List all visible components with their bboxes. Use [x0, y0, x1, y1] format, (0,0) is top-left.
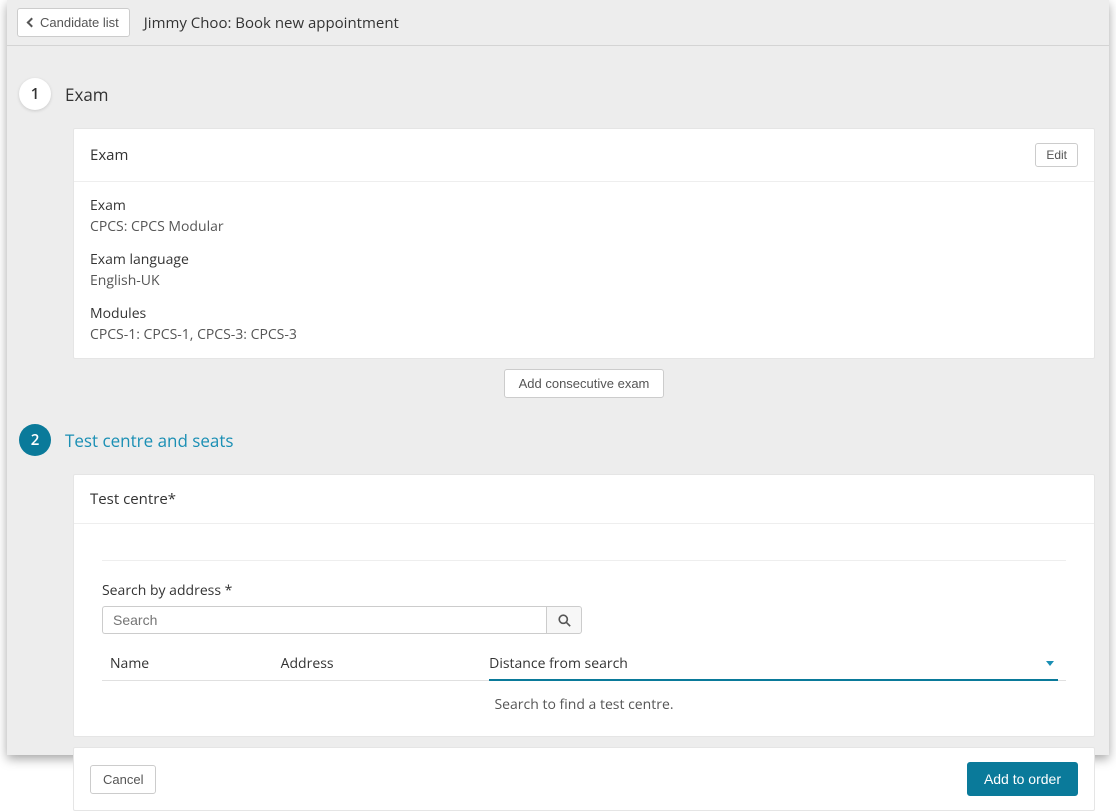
exam-card-header: Exam Edit	[74, 129, 1094, 182]
modules-value: CPCS-1: CPCS-1, CPCS-3: CPCS-3	[90, 325, 1078, 344]
exam-field-value: CPCS: CPCS Modular	[90, 217, 1078, 236]
step-2-badge: 2	[19, 424, 51, 456]
results-head: Name Address Distance from search	[102, 648, 1066, 681]
modules-field: Modules CPCS-1: CPCS-1, CPCS-3: CPCS-3	[90, 304, 1078, 344]
footer-actions: Cancel Add to order	[73, 747, 1095, 811]
chevron-left-icon	[27, 18, 37, 28]
step-test-centre-header: 2 Test centre and seats	[19, 416, 1097, 464]
step-1-title: Exam	[65, 83, 109, 106]
step-exam-header: 1 Exam	[19, 70, 1097, 118]
test-centre-title: Test centre*	[90, 489, 176, 509]
search-button[interactable]	[546, 606, 582, 634]
exam-field: Exam CPCS: CPCS Modular	[90, 196, 1078, 236]
candidate-list-button[interactable]: Candidate list	[17, 8, 130, 37]
step-2-title: Test centre and seats	[65, 429, 234, 452]
test-centre-card: Test centre* Search by address *	[73, 474, 1095, 737]
add-to-order-button[interactable]: Add to order	[967, 762, 1078, 796]
page-title: Jimmy Choo: Book new appointment	[144, 13, 399, 33]
exam-language-value: English-UK	[90, 271, 1078, 290]
column-address[interactable]: Address	[281, 654, 490, 674]
exam-language-field: Exam language English-UK	[90, 250, 1078, 290]
candidate-list-label: Candidate list	[40, 15, 119, 30]
test-centre-card-header: Test centre*	[74, 475, 1094, 524]
exam-card: Exam Edit Exam CPCS: CPCS Modular Exam l…	[73, 128, 1095, 359]
topbar: Candidate list Jimmy Choo: Book new appo…	[7, 0, 1109, 46]
exam-card-title: Exam	[90, 145, 128, 165]
column-distance[interactable]: Distance from search	[489, 654, 1058, 681]
column-name[interactable]: Name	[110, 654, 281, 674]
edit-exam-button[interactable]: Edit	[1035, 143, 1078, 167]
results-table: Name Address Distance from search Search…	[102, 648, 1066, 716]
search-input[interactable]	[102, 606, 546, 634]
cancel-button[interactable]: Cancel	[90, 765, 156, 794]
modules-label: Modules	[90, 304, 1078, 323]
results-empty-text: Search to find a test centre.	[102, 681, 1066, 716]
add-consecutive-exam-button[interactable]: Add consecutive exam	[504, 369, 665, 398]
exam-language-label: Exam language	[90, 250, 1078, 269]
sort-caret-icon	[1046, 661, 1054, 666]
search-input-group	[102, 606, 582, 634]
column-distance-label: Distance from search	[489, 654, 628, 673]
search-icon	[558, 614, 571, 627]
search-by-address-label: Search by address *	[102, 581, 1066, 600]
exam-field-label: Exam	[90, 196, 1078, 215]
step-1-badge: 1	[19, 78, 51, 110]
